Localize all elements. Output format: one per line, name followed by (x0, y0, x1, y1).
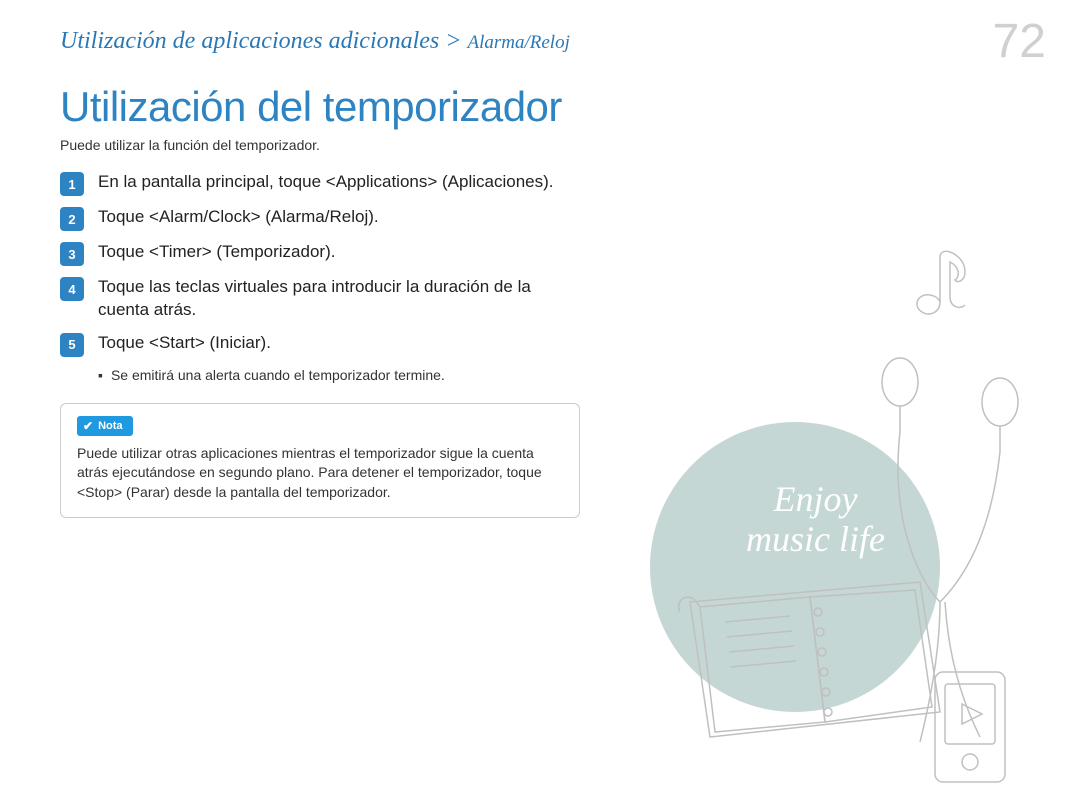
play-icon (962, 704, 982, 724)
music-note-icon (910, 242, 980, 322)
step-item: 3 Toque <Timer> (Temporizador). (60, 241, 580, 266)
tagline-line2: music life (746, 519, 885, 559)
step-text: En la pantalla principal, toque <Applica… (98, 171, 554, 194)
manual-page: 72 Utilización de aplicaciones adicional… (0, 0, 1080, 762)
steps-list: 1 En la pantalla principal, toque <Appli… (60, 171, 580, 383)
breadcrumb-sep: > (439, 28, 467, 54)
background-circle (650, 422, 940, 712)
step-number-badge: 2 (60, 207, 84, 231)
step-number-badge: 5 (60, 333, 84, 357)
breadcrumb-sub: Alarma/Reloj (467, 32, 569, 53)
tagline-line1: Enjoy (774, 479, 858, 519)
device-icon (920, 662, 1020, 792)
planner-icon (670, 562, 950, 752)
step-item: 2 Toque <Alarm/Clock> (Alarma/Reloj). (60, 206, 580, 231)
sub-bullet: ▪ Se emitirá una alerta cuando el tempor… (98, 367, 580, 383)
note-box: ✔ Nota Puede utilizar otras aplicaciones… (60, 403, 580, 518)
illustration: Enjoy music life (580, 162, 1080, 762)
breadcrumb: Utilización de aplicaciones adicionales … (60, 28, 1020, 55)
step-item: 4 Toque las teclas virtuales para introd… (60, 276, 580, 322)
page-number: 72 (993, 14, 1046, 69)
intro-text: Puede utilizar la función del temporizad… (60, 137, 1020, 153)
step-number-badge: 1 (60, 172, 84, 196)
step-number-badge: 4 (60, 277, 84, 301)
step-number-badge: 3 (60, 242, 84, 266)
step-item: 5 Toque <Start> (Iniciar). (60, 332, 580, 357)
check-icon: ✔ (83, 419, 93, 433)
note-badge: ✔ Nota (77, 416, 133, 436)
note-text: Puede utilizar otras aplicaciones mientr… (77, 444, 563, 503)
step-text: Toque <Timer> (Temporizador). (98, 241, 335, 264)
step-text: Toque <Alarm/Clock> (Alarma/Reloj). (98, 206, 379, 229)
page-title: Utilización del temporizador (60, 83, 1020, 131)
tagline: Enjoy music life (746, 480, 885, 559)
earbuds-icon (830, 342, 1060, 762)
breadcrumb-main: Utilización de aplicaciones adicionales (60, 28, 439, 54)
step-item: 1 En la pantalla principal, toque <Appli… (60, 171, 580, 196)
bullet-dot-icon: ▪ (98, 367, 103, 383)
step-text: Toque las teclas virtuales para introduc… (98, 276, 580, 322)
step-text: Toque <Start> (Iniciar). (98, 332, 271, 355)
note-label: Nota (98, 420, 122, 432)
sub-bullet-text: Se emitirá una alerta cuando el temporiz… (111, 367, 445, 383)
